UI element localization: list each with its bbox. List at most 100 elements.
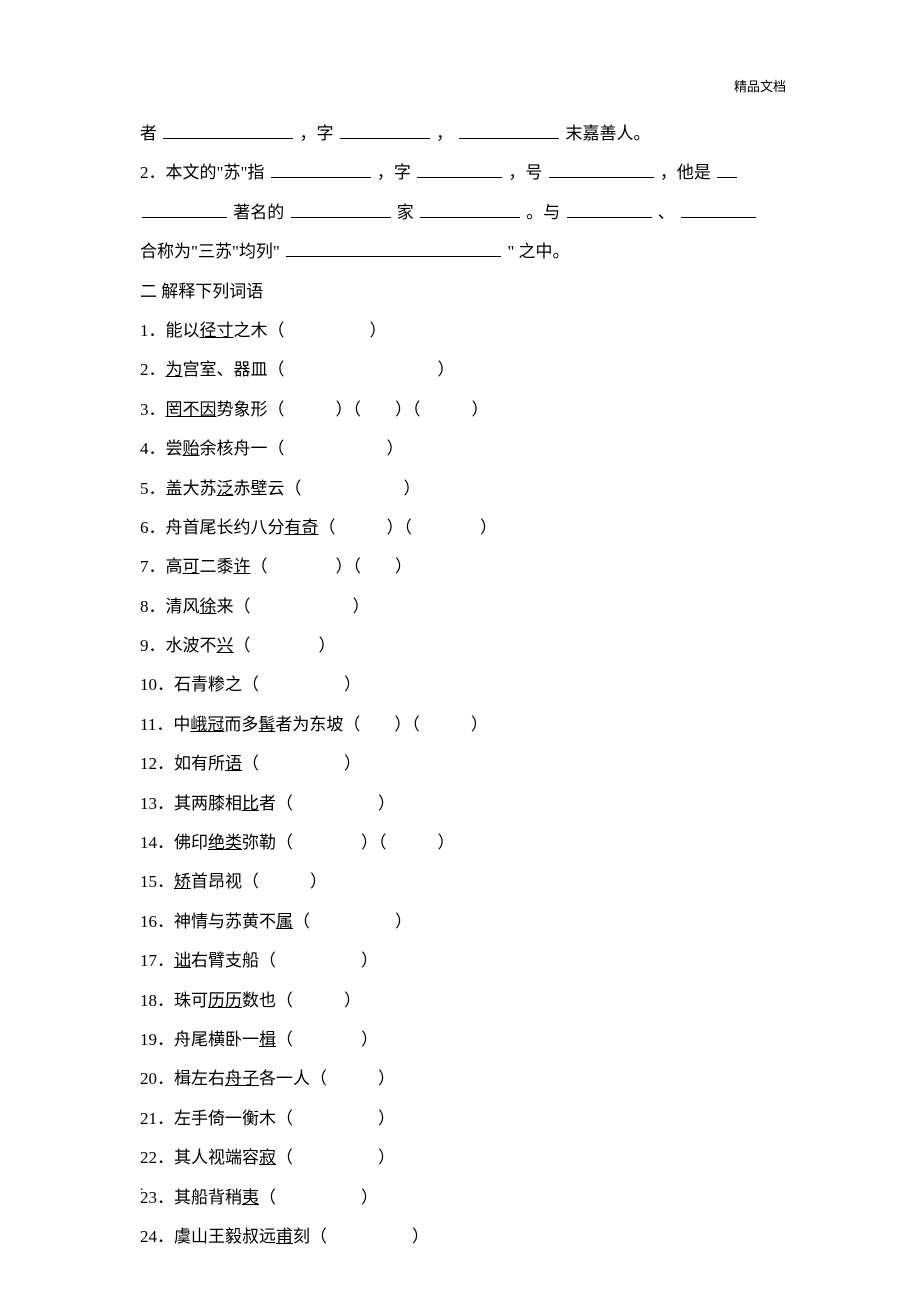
text: 舟尾横卧一 [174,1030,259,1049]
text: 清风 [166,597,200,616]
item-number: 23． [140,1188,174,1207]
list-item: 14．佛印绝类弥勒（ ）（ ） [140,824,790,861]
text: 2．本文的"苏"指 [140,163,269,182]
underlined-term: 矫 [174,872,191,891]
underlined-term: 髯 [258,715,275,734]
blank [340,120,430,139]
intro-line-1: 者 ，字 ， 末嘉善人。 [140,115,790,152]
text: 佛印 [174,833,208,852]
answer-blank: 宫室、器皿（ ） [183,360,455,379]
list-item: 6．舟首尾长约八分有奇（ ）（ ） [140,509,790,546]
answer-blank: 余核舟一（ ） [200,439,404,458]
answer-blank: 之木（ ） [234,321,387,340]
underlined-term: 为 [166,360,183,379]
text: 、 [658,203,675,222]
list-item: 8．清风徐来（ ） [140,588,790,625]
underlined-term: 径寸 [200,321,234,340]
item-number: 13． [140,794,174,813]
item-number: 19． [140,1030,174,1049]
list-item: 10．石青糁之（ ） [140,666,790,703]
item-number: 12． [140,754,174,773]
list-item: 13．其两膝相比者（ ） [140,785,790,822]
list-item: 3．罔不因势象形（ ）（ ）（ ） [140,391,790,428]
blank [291,199,391,218]
item-number: 8． [140,597,166,616]
item-number: 22． [140,1148,174,1167]
answer-blank: （ ） [276,1148,395,1167]
text: ， [436,124,453,143]
list-item: 5．盖大苏泛赤壁云（ ） [140,470,790,507]
text: ，字 [377,163,411,182]
text: 尝 [166,439,183,458]
answer-blank: 刻（ ） [293,1227,429,1246]
text: ，他是 [660,163,711,182]
intro-line-4: 合称为"三苏"均列" " 之中。 [140,233,790,270]
intro-line-3: 著名的 家 。与 、 [140,194,790,231]
list-item: 15．矫首昂视（ ） [140,863,790,900]
answer-blank: （ ） [293,912,412,931]
item-number: 20． [140,1069,174,1088]
blank [417,160,502,179]
item-number: 6． [140,518,166,537]
answer-blank: （ ） [234,636,336,655]
answer-blank: 数也（ ） [242,991,361,1010]
text: ，字 [300,124,334,143]
header-label: 精品文档 [734,76,786,95]
underlined-term: 泛 [217,479,234,498]
list-item: 23．其船背稍夷（ ） [140,1179,790,1216]
list-item: 4．尝贻余核舟一（ ） [140,430,790,467]
underlined-term: 舟子 [225,1069,259,1088]
text: 珠可 [174,991,208,1010]
list-item: 19．舟尾横卧一楫（ ） [140,1021,790,1058]
answer-blank: 各一人（ ） [259,1069,395,1088]
text: ，号 [508,163,542,182]
item-number: 4． [140,439,166,458]
blank [163,120,293,139]
text: 虞山王毅叔远 [174,1227,276,1246]
blank [567,199,652,218]
text: " 之中。 [507,242,569,261]
text: 能以 [166,321,200,340]
answer-blank: （ ） [276,1030,378,1049]
list-item: 1．能以径寸之木（ ） [140,312,790,349]
list-item: 12．如有所语（ ） [140,745,790,782]
text: 盖大苏 [166,479,217,498]
underlined-term: 寂 [259,1148,276,1167]
underlined-term: 语 [225,754,242,773]
underlined-term: 可 [183,557,200,576]
underlined-term: 夷 [242,1188,259,1207]
underlined-term: 贻 [183,439,200,458]
underlined-term: 楫 [259,1030,276,1049]
underlined-term: 属 [276,912,293,931]
blank [549,160,654,179]
underlined-term: 峨冠 [190,715,224,734]
list-item: 22．其人视端容寂（ ） [140,1139,790,1176]
text: 而多 [224,715,258,734]
blank [681,199,756,218]
item-number: 16． [140,912,174,931]
item-number: 10． [140,675,174,694]
item-number: 18． [140,991,174,1010]
item-number: 11． [140,715,173,734]
answer-blank: 右臂支船（ ） [191,951,378,970]
answer-blank: （ ）（ ） [319,518,498,537]
underlined-term: 徐 [200,597,217,616]
document-content: 者 ，字 ， 末嘉善人。 2．本文的"苏"指 ，字 ，号 ，他是 著名的 家 。… [140,115,790,1257]
item-number: 3． [140,400,166,419]
list-item: 21．左手倚一衡木（ ） [140,1100,790,1137]
text: 末嘉善人。 [566,124,651,143]
blank [459,120,559,139]
item-number: 17． [140,951,174,970]
underlined-term: 罔不因 [166,400,217,419]
list-item: 24．虞山王毅叔远甫刻（ ） [140,1218,790,1255]
text: 著名的 [233,203,284,222]
blank [717,160,737,179]
text: 中 [173,715,190,734]
underlined-term: 甫 [276,1227,293,1246]
answer-blank: 者为东坡（ ）（ ） [275,715,488,734]
answer-blank: （ ）（ ） [251,557,413,576]
text: 合称为"三苏"均列" [140,242,284,261]
answer-blank: 弥勒（ ）（ ） [242,833,455,852]
text: 其人视端容 [174,1148,259,1167]
text: 神情与苏黄不 [174,912,276,931]
